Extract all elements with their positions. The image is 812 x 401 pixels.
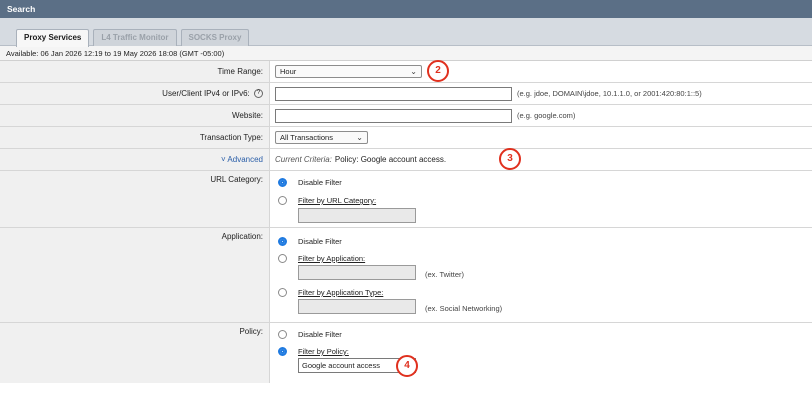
tab-socks-proxy[interactable]: SOCKS Proxy: [180, 29, 250, 46]
advanced-row: ˅ Advanced Current Criteria: Policy: Goo…: [0, 148, 812, 171]
tab-l4-traffic-monitor[interactable]: L4 Traffic Monitor: [93, 29, 177, 46]
user-client-hint: (e.g. jdoe, DOMAIN\jdoe, 10.1.1.0, or 20…: [517, 89, 702, 98]
radio-unselected[interactable]: [278, 196, 287, 205]
application-type-hint: (ex. Social Networking): [425, 304, 503, 313]
advanced-toggle[interactable]: ˅ Advanced: [0, 149, 270, 170]
transaction-type-value: All Transactions: [280, 133, 333, 142]
panel-title: Search: [7, 4, 36, 14]
transaction-type-select[interactable]: All Transactions ⌄: [275, 131, 368, 144]
application-input[interactable]: [298, 265, 416, 280]
policy-filter-label: Filter by Policy:: [298, 347, 349, 356]
application-type-option[interactable]: Filter by Application Type:: [278, 288, 383, 298]
url-category-filter-label: Filter by URL Category:: [298, 196, 377, 205]
application-type-input[interactable]: [298, 299, 416, 314]
policy-label: Policy:: [0, 323, 270, 383]
website-input[interactable]: [275, 108, 512, 123]
application-hint: (ex. Twitter): [425, 270, 465, 279]
website-row: Website: (e.g. google.com): [0, 105, 812, 127]
radio-selected[interactable]: [278, 178, 287, 187]
chevron-down-icon: ⌄: [410, 67, 417, 76]
time-range-value: Hour: [280, 67, 297, 76]
application-label: Application:: [0, 228, 270, 322]
application-disable-label: Disable Filter: [298, 237, 342, 246]
callout-2: 2: [427, 60, 449, 82]
url-category-disable-option[interactable]: Disable Filter: [278, 178, 342, 188]
application-filter-label: Filter by Application:: [298, 254, 366, 263]
application-disable-option[interactable]: Disable Filter: [278, 237, 342, 247]
user-client-row: User/Client IPv4 or IPv6: ? (e.g. jdoe, …: [0, 83, 812, 105]
policy-filter-option[interactable]: Filter by Policy:: [278, 347, 349, 357]
policy-disable-option[interactable]: Disable Filter: [278, 330, 342, 340]
application-type-label: Filter by Application Type:: [298, 288, 384, 297]
website-label: Website:: [0, 105, 270, 126]
transaction-type-row: Transaction Type: All Transactions ⌄: [0, 127, 812, 149]
chevron-down-icon: ⌄: [356, 133, 363, 142]
url-category-row: URL Category: Disable Filter Filter by U…: [0, 171, 812, 228]
callout-3: 3: [499, 148, 521, 170]
transaction-type-label: Transaction Type:: [0, 127, 270, 148]
tab-bar: Proxy Services L4 Traffic Monitor SOCKS …: [0, 18, 812, 47]
application-row: Application: Disable Filter Filter by Ap…: [0, 228, 812, 323]
tab-proxy-services[interactable]: Proxy Services: [16, 29, 90, 47]
website-hint: (e.g. google.com): [517, 111, 576, 120]
user-client-label: User/Client IPv4 or IPv6: ?: [0, 83, 270, 104]
url-category-filter-option[interactable]: Filter by URL Category:: [278, 196, 376, 206]
collapse-arrow-icon: ˅: [220, 155, 226, 164]
url-category-input[interactable]: [298, 208, 416, 223]
radio-selected[interactable]: [278, 347, 287, 356]
current-criteria-value: Policy: Google account access.: [334, 155, 447, 164]
policy-row: Policy: Disable Filter Filter by Policy:…: [0, 323, 812, 383]
callout-4: 4: [396, 355, 418, 377]
url-category-disable-label: Disable Filter: [298, 178, 342, 187]
current-criteria-label: Current Criteria:: [275, 155, 332, 164]
policy-disable-label: Disable Filter: [298, 330, 342, 339]
user-client-input[interactable]: [275, 86, 512, 101]
url-category-label: URL Category:: [0, 171, 270, 227]
help-icon[interactable]: ?: [254, 89, 263, 99]
panel-header: Search: [0, 0, 812, 18]
application-filter-option[interactable]: Filter by Application:: [278, 254, 365, 264]
radio-selected[interactable]: [278, 237, 287, 246]
time-range-select[interactable]: Hour ⌄: [275, 65, 422, 78]
advanced-toggle-label: Advanced: [227, 155, 263, 164]
availability-text: Available: 06 Jan 2026 12:19 to 19 May 2…: [0, 46, 812, 61]
user-client-label-text: User/Client IPv4 or IPv6:: [162, 89, 250, 98]
time-range-label: Time Range:: [0, 61, 270, 82]
radio-unselected[interactable]: [278, 330, 287, 339]
radio-unselected[interactable]: [278, 254, 287, 263]
radio-unselected[interactable]: [278, 288, 287, 297]
time-range-row: Time Range: Hour ⌄ 2: [0, 60, 812, 83]
